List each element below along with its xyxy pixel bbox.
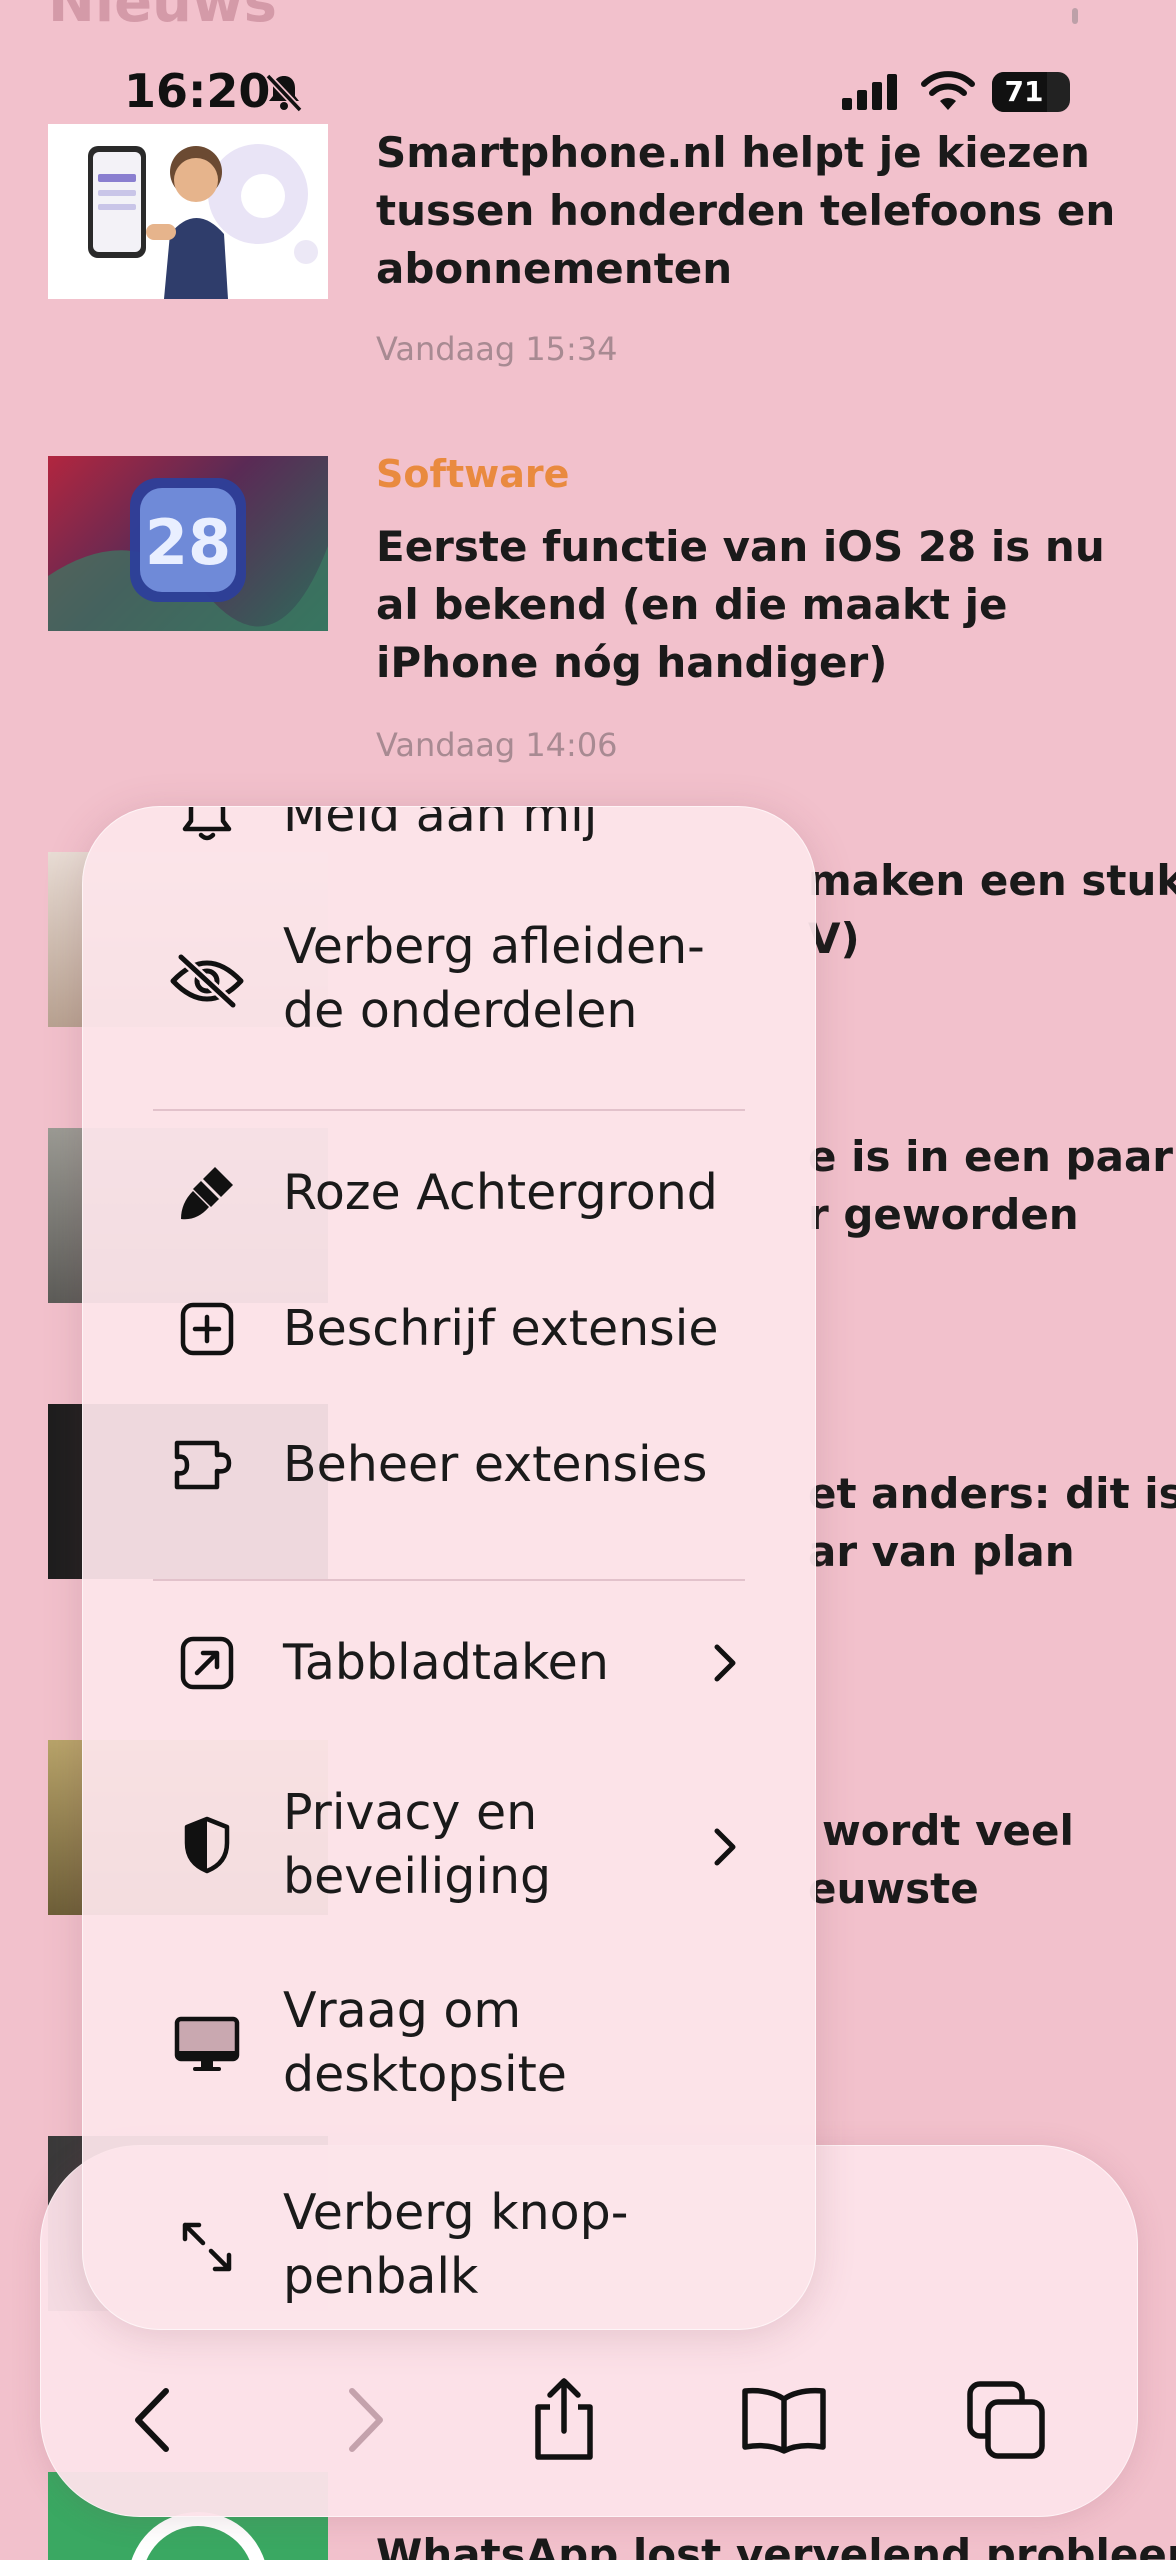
menu-item-request-desktop-site[interactable]: Vraag om desktopsite xyxy=(83,1975,815,2115)
bell-icon xyxy=(182,807,232,841)
status-bar: 16:20 71 xyxy=(0,8,1176,124)
eye-slash-icon xyxy=(170,953,244,1009)
battery-indicator: 71 xyxy=(992,72,1070,112)
article-title[interactable]: Eerste functie van iOS 28 is nu al beken… xyxy=(376,518,1136,692)
svg-text:28: 28 xyxy=(145,506,231,579)
article-title-fragment[interactable]: et anders: dit is xyxy=(808,1465,1176,1523)
cellular-signal-icon xyxy=(842,74,897,110)
article-title[interactable]: Smartphone.nl helpt je kiezen tussen hon… xyxy=(376,124,1136,298)
menu-item-manage-extensions[interactable]: Beheer extensies xyxy=(83,1415,815,1515)
bookmarks-button[interactable] xyxy=(734,2370,834,2470)
menu-item-tab-actions[interactable]: Tabbladtaken xyxy=(83,1613,815,1713)
menu-item-label: Roze Achtergrond xyxy=(283,1164,718,1221)
context-menu: Meld aan mij Verberg afleiden-de onderde… xyxy=(82,806,816,2330)
forward-button[interactable] xyxy=(314,2370,414,2470)
plus-square-icon xyxy=(180,1302,234,1356)
menu-item-label: Verberg afleiden-de onderdelen xyxy=(283,918,705,1039)
menu-item-label: Verberg knop-penbalk xyxy=(283,2184,629,2305)
menu-item-hide-toolbar[interactable]: Verberg knop-penbalk xyxy=(83,2177,815,2317)
arrow-up-right-square-icon xyxy=(180,1636,234,1690)
battery-percentage: 71 xyxy=(1004,75,1044,108)
article-title-fragment[interactable]: wordt veel xyxy=(822,1802,1074,1860)
article-title-fragment[interactable]: WhatsApp lost vervelend probleem xyxy=(376,2526,1176,2560)
article-thumbnail: 28 xyxy=(48,456,328,631)
news-page: Nieuws 16:20 71 Smartphone.nl helpt je k… xyxy=(0,0,1176,2560)
menu-item-label: Privacy en beveiliging xyxy=(283,1784,552,1905)
section-title: Nieuws xyxy=(48,0,277,35)
status-time: 16:20 xyxy=(124,64,271,118)
menu-separator xyxy=(153,1579,745,1581)
chevron-right-icon xyxy=(714,1644,736,1682)
menu-separator xyxy=(153,1109,745,1111)
menu-item-describe-extension[interactable]: Beschrijf extensie xyxy=(83,1279,815,1379)
silent-mode-icon xyxy=(265,73,303,113)
menu-item-label: Tabbladtaken xyxy=(283,1634,609,1691)
puzzle-icon xyxy=(174,1440,232,1490)
article-date: Vandaag 14:06 xyxy=(376,726,618,764)
wifi-icon xyxy=(921,71,975,110)
brush-icon xyxy=(181,1167,233,1220)
menu-item-privacy-security[interactable]: Privacy en beveiliging xyxy=(83,1775,815,1915)
tabs-button[interactable] xyxy=(956,2370,1056,2470)
menu-item-hide-distractions[interactable]: Verberg afleiden-de onderdelen xyxy=(83,911,815,1051)
share-button[interactable] xyxy=(514,2370,614,2470)
bookmarks-icon xyxy=(742,2387,826,2454)
article-date: Vandaag 15:34 xyxy=(376,330,618,368)
menu-item-label: Beschrijf extensie xyxy=(283,1300,719,1357)
shield-icon xyxy=(184,1816,230,1874)
chevron-right-icon xyxy=(714,1828,736,1866)
article-thumbnail xyxy=(48,124,328,299)
article-title-fragment[interactable]: ar van plan xyxy=(808,1523,1075,1581)
menu-item-pink-background[interactable]: Roze Achtergrond xyxy=(83,1143,815,1243)
menu-item-label: Beheer extensies xyxy=(283,1436,708,1493)
article-title-fragment[interactable]: euwste xyxy=(808,1860,979,1918)
article-title-fragment[interactable]: maken een stuk xyxy=(808,852,1176,910)
back-icon xyxy=(135,2388,169,2452)
article-category[interactable]: Software xyxy=(376,452,569,496)
battery-tip xyxy=(1072,8,1078,24)
article-title-fragment[interactable]: r geworden xyxy=(808,1186,1079,1244)
tabs-icon xyxy=(967,2381,1045,2459)
expand-arrows-icon xyxy=(182,2222,232,2272)
desktop-icon xyxy=(174,2016,240,2071)
article-title-fragment[interactable]: e is in een paar xyxy=(808,1128,1173,1186)
menu-item-label: Vraag om desktopsite xyxy=(283,1982,567,2103)
share-icon xyxy=(535,2378,593,2460)
menu-item-notify[interactable]: Meld aan mij xyxy=(83,806,815,867)
menu-item-label: Meld aan mij xyxy=(283,806,598,843)
forward-icon xyxy=(349,2388,383,2452)
back-button[interactable] xyxy=(104,2370,204,2470)
